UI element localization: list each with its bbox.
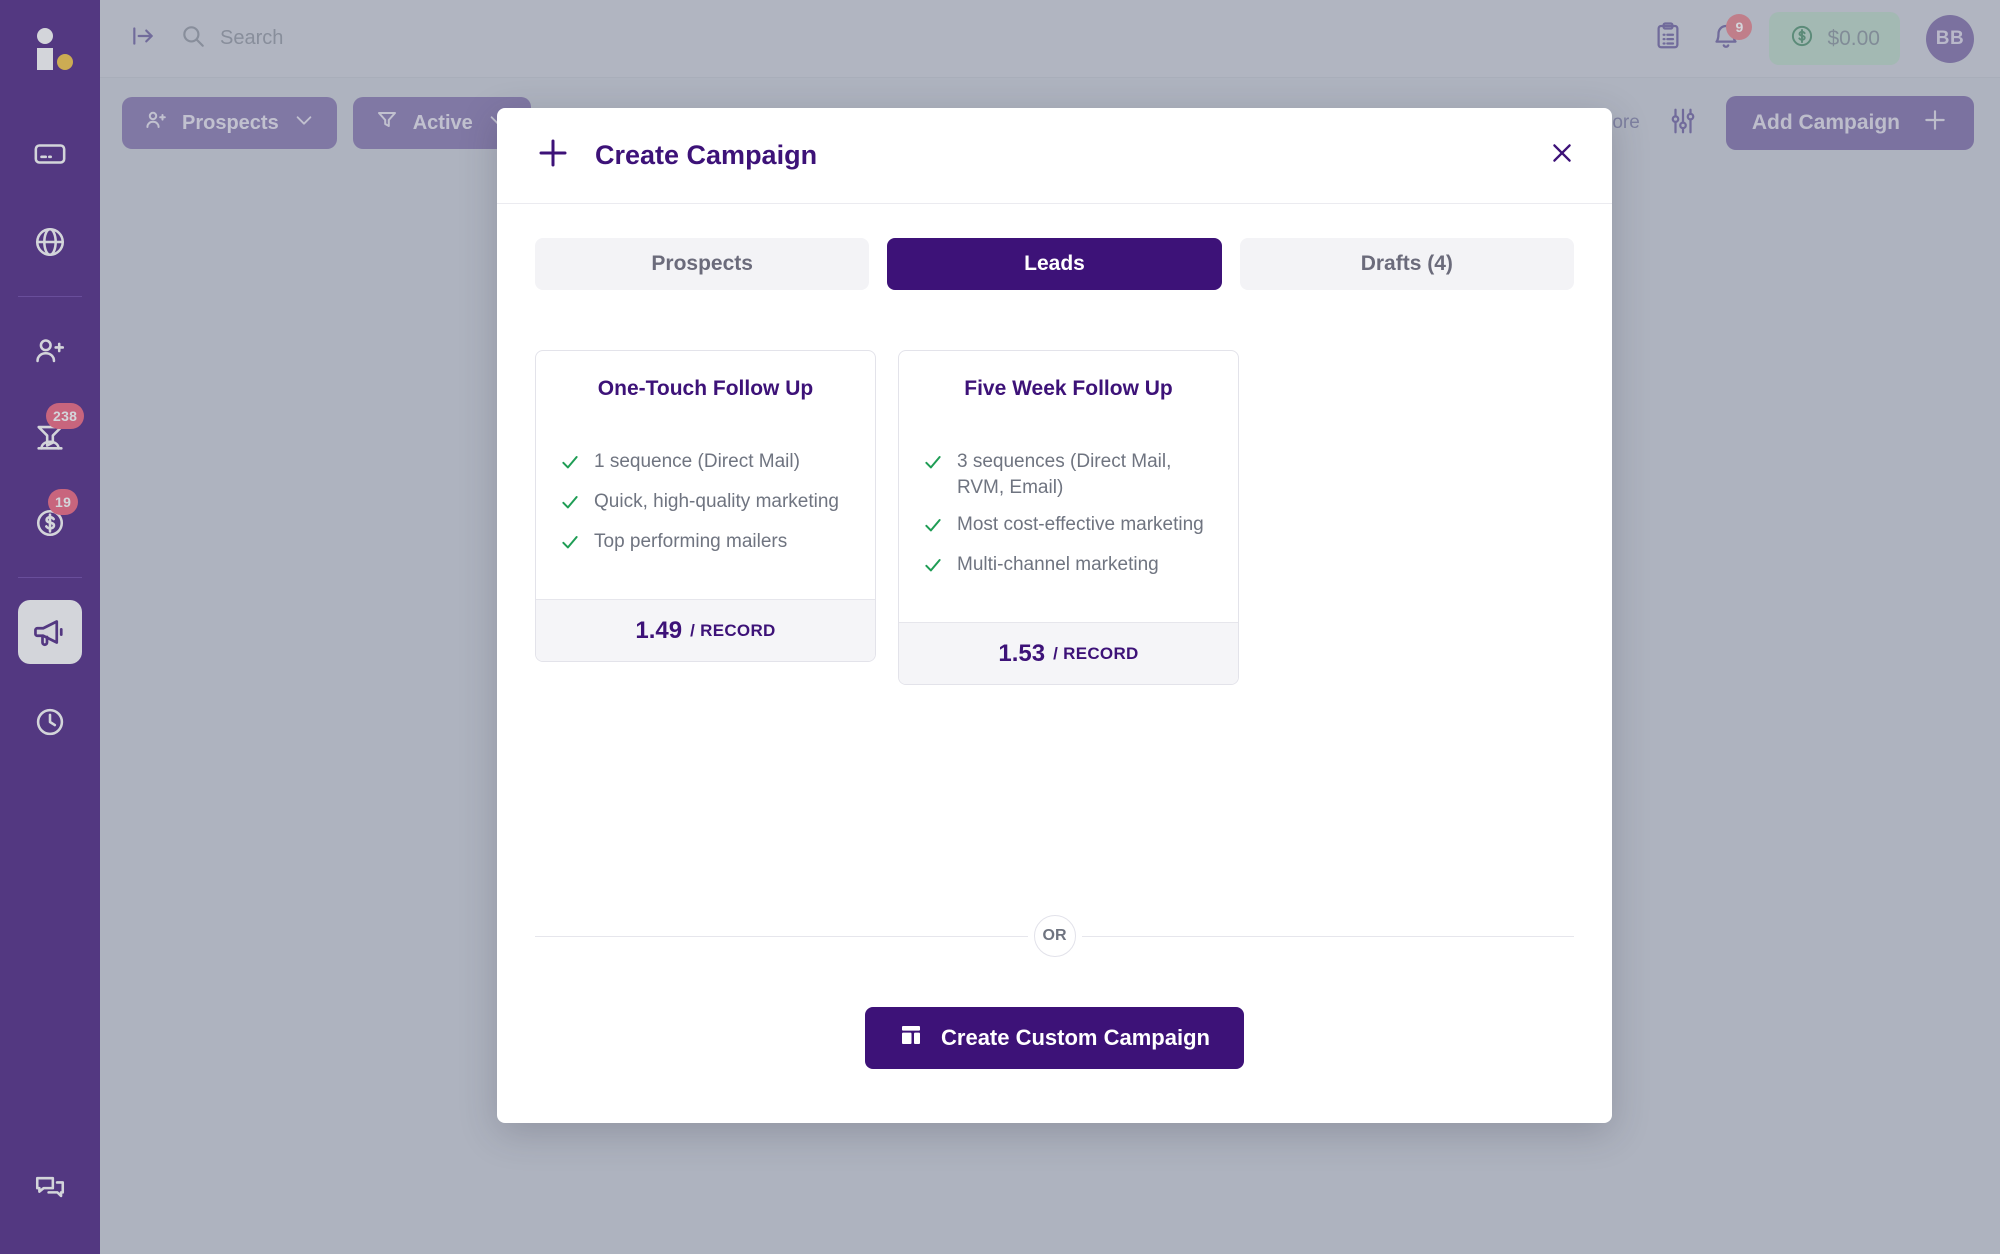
create-custom-campaign-label: Create Custom Campaign bbox=[941, 1025, 1210, 1050]
card-price-unit: / RECORD bbox=[690, 620, 776, 640]
check-icon bbox=[923, 452, 943, 477]
card-feature: 3 sequences (Direct Mail, RVM, Email) bbox=[923, 449, 1214, 500]
card-feature-label: Top performing mailers bbox=[594, 531, 788, 552]
check-icon bbox=[923, 555, 943, 580]
card-content: One-Touch Follow Up 1 sequence (Direct M… bbox=[536, 351, 875, 599]
check-icon bbox=[923, 515, 943, 540]
card-feature-label: 3 sequences (Direct Mail, RVM, Email) bbox=[957, 451, 1172, 498]
create-campaign-modal: Create Campaign Prospects Leads Drafts (… bbox=[497, 108, 1612, 1123]
tab-prospects[interactable]: Prospects bbox=[535, 238, 870, 290]
card-feature-label: Most cost-effective marketing bbox=[957, 514, 1204, 536]
card-feature-label: 1 sequence (Direct Mail) bbox=[594, 451, 800, 472]
campaign-template-card[interactable]: Five Week Follow Up 3 sequences (Direct … bbox=[898, 350, 1239, 686]
card-feature: Multi-channel marketing bbox=[923, 552, 1214, 580]
card-price-footer: 1.49 / RECORD bbox=[536, 599, 875, 661]
or-divider: OR bbox=[535, 915, 1574, 963]
check-icon bbox=[560, 532, 580, 557]
card-feature: 1 sequence (Direct Mail) bbox=[560, 449, 851, 477]
card-price-unit: / RECORD bbox=[1053, 643, 1139, 663]
check-icon bbox=[560, 452, 580, 477]
campaign-template-card[interactable]: One-Touch Follow Up 1 sequence (Direct M… bbox=[535, 350, 876, 662]
tab-leads[interactable]: Leads bbox=[887, 238, 1222, 290]
create-custom-campaign-button[interactable]: Create Custom Campaign bbox=[865, 1007, 1244, 1069]
card-feature-label: Quick, high-quality marketing bbox=[594, 491, 839, 512]
close-icon bbox=[1549, 140, 1575, 171]
card-feature: Most cost-effective marketing bbox=[923, 512, 1214, 540]
tab-drafts[interactable]: Drafts (4) bbox=[1239, 238, 1574, 290]
card-price-value: 1.53 bbox=[998, 639, 1046, 667]
plus-icon bbox=[535, 135, 571, 176]
divider-line-left bbox=[535, 935, 1028, 937]
card-content: Five Week Follow Up 3 sequences (Direct … bbox=[899, 351, 1238, 622]
divider-line-right bbox=[1081, 935, 1574, 937]
card-title: One-Touch Follow Up bbox=[597, 377, 814, 400]
card-feature-label: Multi-channel marketing bbox=[957, 554, 1159, 576]
campaign-type-tabs: Prospects Leads Drafts (4) bbox=[535, 238, 1574, 290]
custom-campaign-row: Create Custom Campaign bbox=[535, 963, 1574, 1123]
card-feature: Top performing mailers bbox=[560, 529, 851, 557]
page-title: Create Campaign bbox=[595, 140, 818, 170]
modal-header: Create Campaign bbox=[497, 108, 1612, 204]
close-button[interactable] bbox=[1542, 136, 1582, 176]
check-icon bbox=[560, 492, 580, 517]
layout-dashboard-icon bbox=[899, 1023, 923, 1053]
card-price-value: 1.49 bbox=[635, 616, 683, 644]
modal-body: Prospects Leads Drafts (4) One-Touch Fol… bbox=[497, 204, 1612, 1123]
card-title: Five Week Follow Up bbox=[964, 377, 1173, 400]
divider-label: OR bbox=[1033, 915, 1076, 957]
card-price-footer: 1.53 / RECORD bbox=[899, 622, 1238, 685]
campaign-template-list: One-Touch Follow Up 1 sequence (Direct M… bbox=[535, 350, 1574, 686]
card-feature: Quick, high-quality marketing bbox=[560, 489, 851, 517]
